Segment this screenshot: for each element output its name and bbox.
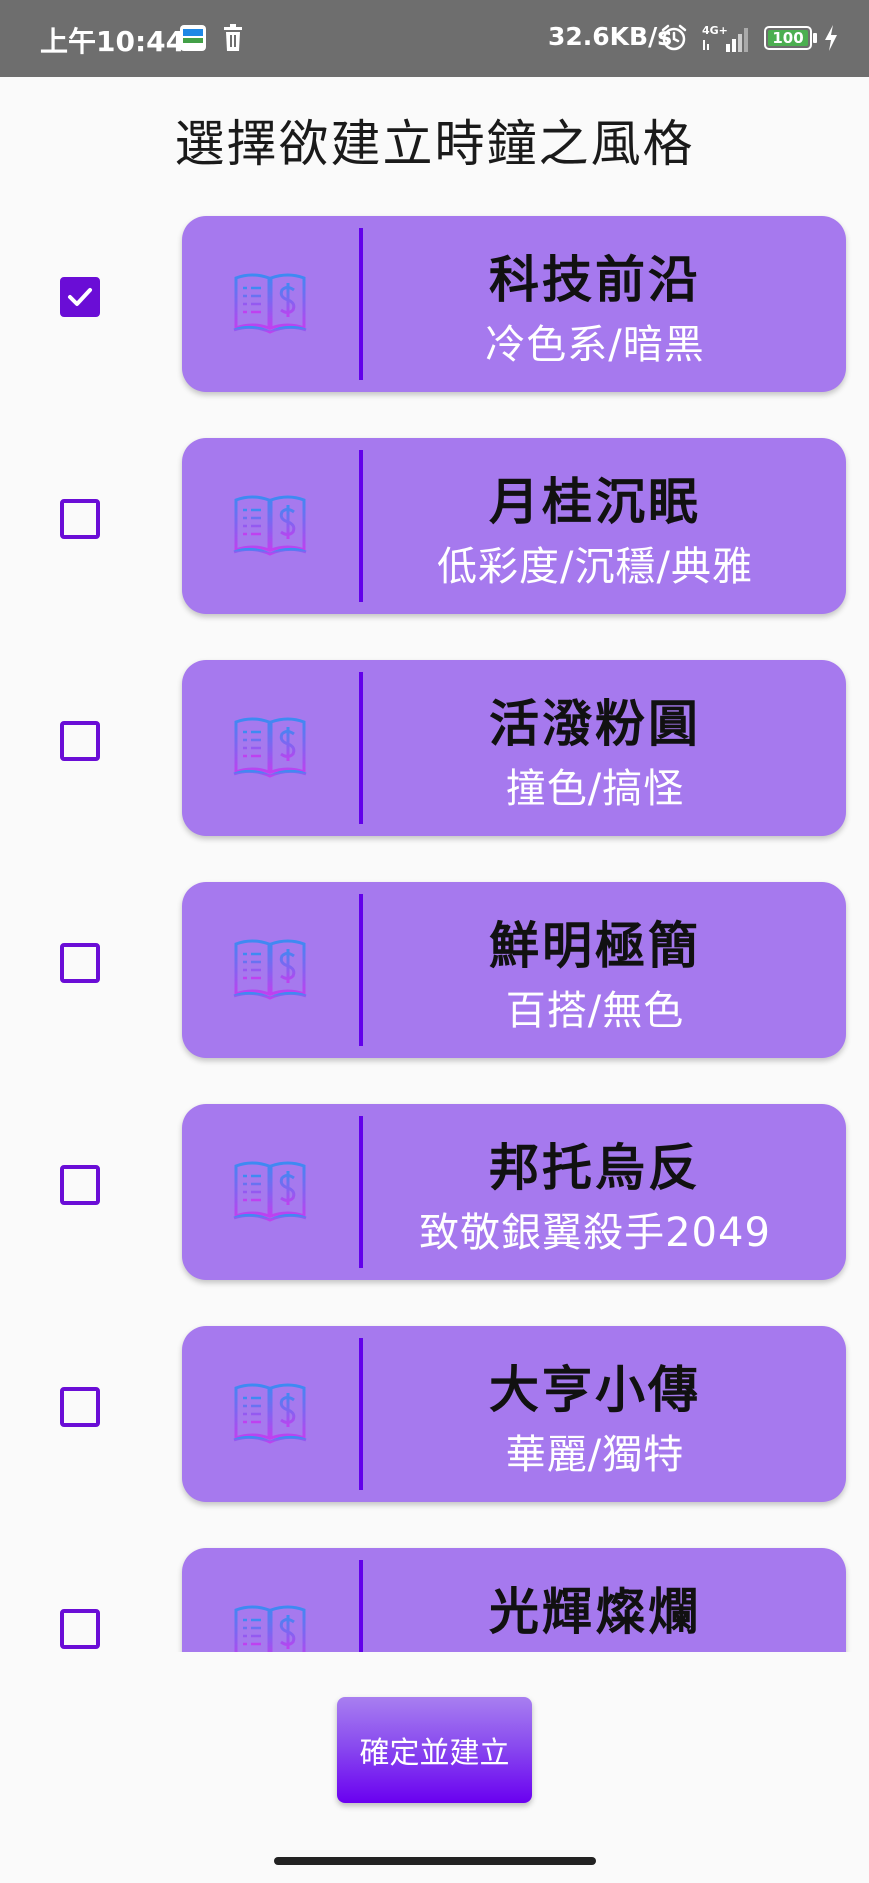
book-dollar-icon (233, 717, 307, 778)
style-checkbox[interactable] (60, 943, 100, 983)
style-row-5: 大亨小傳 華麗/獨特 (0, 1300, 869, 1522)
status-bar: 上午10:44 32.6KB/s 4G+ 100 (0, 0, 869, 77)
style-row-6: 光輝燦爛 (0, 1522, 869, 1652)
book-dollar-icon (233, 495, 307, 556)
book-dollar-icon (234, 1605, 306, 1652)
style-card[interactable]: 鮮明極簡 百搭/無色 (182, 882, 846, 1058)
card-divider (359, 228, 363, 380)
style-card[interactable]: 光輝燦爛 (182, 1548, 846, 1652)
battery-tip (813, 33, 817, 43)
style-name: 月桂沉眠 (489, 473, 701, 531)
signal-icon: 4G+ (702, 24, 748, 52)
network-speed: 32.6KB/s (548, 22, 673, 51)
battery-icon: 100 (764, 26, 812, 50)
style-row-2: 活潑粉圓 撞色/搞怪 (0, 634, 869, 856)
style-checkbox[interactable] (60, 721, 100, 761)
style-row-1: 月桂沉眠 低彩度/沉穩/典雅 (0, 412, 869, 634)
style-card[interactable]: 大亨小傳 華麗/獨特 (182, 1326, 846, 1502)
gesture-bar[interactable] (274, 1857, 596, 1865)
style-checkbox[interactable] (60, 499, 100, 539)
card-divider (359, 672, 363, 824)
style-checkbox[interactable] (60, 1165, 100, 1205)
page-title: 選擇欲建立時鐘之風格 (174, 115, 695, 173)
app-icon (180, 25, 206, 51)
style-description: 華麗/獨特 (505, 1432, 685, 1478)
trash-icon (224, 24, 242, 51)
alarm-icon (661, 24, 687, 51)
style-name: 科技前沿 (489, 251, 701, 309)
style-card[interactable]: 月桂沉眠 低彩度/沉穩/典雅 (182, 438, 846, 614)
style-card[interactable]: 邦托烏反 致敬銀翼殺手2049 (182, 1104, 846, 1280)
book-dollar-icon (233, 939, 307, 1000)
style-row-0: 科技前沿 冷色系/暗黑 (0, 190, 869, 412)
book-dollar-icon (233, 1383, 307, 1444)
style-description: 致敬銀翼殺手2049 (419, 1210, 771, 1256)
book-dollar-icon (233, 273, 307, 334)
style-description: 低彩度/沉穩/典雅 (437, 544, 753, 590)
card-divider (359, 1116, 363, 1268)
style-row-4: 邦托烏反 致敬銀翼殺手2049 (0, 1078, 869, 1300)
book-dollar-icon (233, 1161, 307, 1222)
style-description: 撞色/搞怪 (505, 766, 685, 812)
status-time: 上午10:44 (40, 25, 186, 58)
style-checkbox[interactable] (60, 277, 100, 317)
style-name: 邦托烏反 (489, 1139, 701, 1197)
network-type: 4G+ (702, 24, 728, 37)
style-list[interactable]: 科技前沿 冷色系/暗黑 月桂沉眠 低彩度/沉穩/典雅 活潑粉圓 撞色/搞怪 鮮明… (0, 190, 869, 1652)
style-name: 活潑粉圓 (489, 695, 701, 753)
card-divider (359, 1560, 363, 1652)
confirm-create-button[interactable]: 確定並建立 (337, 1697, 532, 1803)
style-description: 百搭/無色 (505, 988, 685, 1034)
style-description: 冷色系/暗黑 (485, 322, 705, 368)
style-checkbox[interactable] (60, 1387, 100, 1427)
battery-level: 100 (772, 29, 804, 47)
style-name: 鮮明極簡 (489, 917, 701, 975)
card-divider (359, 894, 363, 1046)
style-name: 光輝燦爛 (489, 1583, 701, 1641)
screen: 上午10:44 32.6KB/s 4G+ 100 選擇欲建立時鐘之風格 科技前沿… (0, 0, 869, 1883)
style-card[interactable]: 科技前沿 冷色系/暗黑 (182, 216, 846, 392)
charging-icon (825, 25, 837, 51)
style-checkbox[interactable] (60, 1609, 100, 1649)
card-divider (359, 1338, 363, 1490)
card-divider (359, 450, 363, 602)
style-row-3: 鮮明極簡 百搭/無色 (0, 856, 869, 1078)
style-card[interactable]: 活潑粉圓 撞色/搞怪 (182, 660, 846, 836)
check-icon (68, 288, 92, 306)
style-name: 大亨小傳 (489, 1361, 701, 1419)
